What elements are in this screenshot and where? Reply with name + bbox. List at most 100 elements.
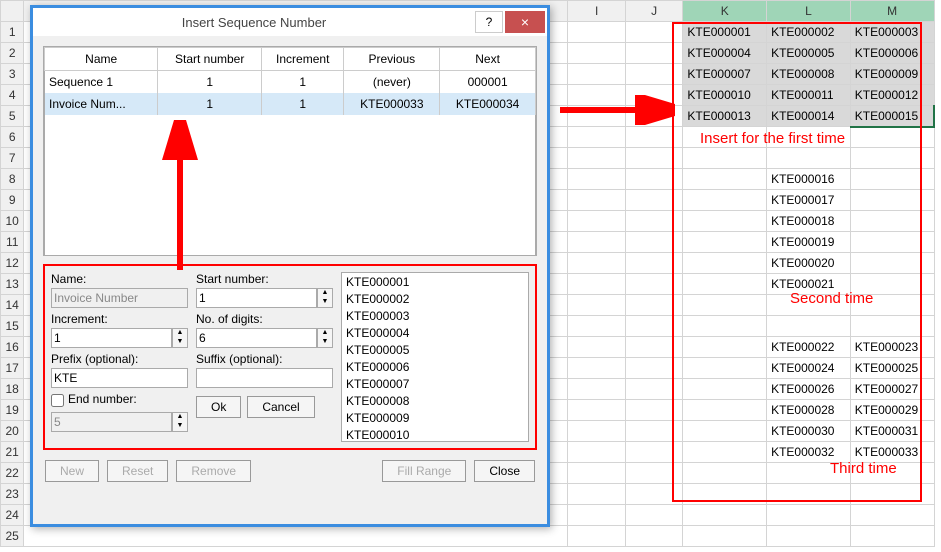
cancel-button[interactable]: Cancel: [247, 396, 314, 418]
col-prev[interactable]: Previous: [344, 48, 440, 71]
row-header[interactable]: 11: [1, 232, 24, 253]
col-header[interactable]: J: [625, 1, 683, 22]
row-header[interactable]: 13: [1, 274, 24, 295]
name-input[interactable]: [51, 288, 188, 308]
row-header[interactable]: 25: [1, 526, 24, 547]
close-button[interactable]: ×: [505, 11, 545, 33]
row-header[interactable]: 20: [1, 421, 24, 442]
preview-item: KTE000009: [346, 411, 524, 428]
sequence-list-table[interactable]: Name Start number Increment Previous Nex…: [44, 47, 536, 256]
cell[interactable]: KTE000011: [767, 85, 851, 106]
col-start[interactable]: Start number: [158, 48, 262, 71]
cell[interactable]: KTE000019: [767, 232, 851, 253]
cell[interactable]: KTE000004: [683, 43, 767, 64]
end-number-checkbox[interactable]: [51, 394, 64, 407]
row-header[interactable]: 19: [1, 400, 24, 421]
cell[interactable]: KTE000007: [683, 64, 767, 85]
annotation-second: Second time: [790, 290, 873, 307]
increment-input[interactable]: [51, 328, 172, 348]
spinner-icon[interactable]: ▲▼: [172, 412, 188, 432]
end-number-label: End number:: [68, 392, 137, 406]
row-header[interactable]: 23: [1, 484, 24, 505]
cell[interactable]: KTE000010: [683, 85, 767, 106]
row-header[interactable]: 17: [1, 358, 24, 379]
col-header[interactable]: I: [568, 1, 626, 22]
row-header[interactable]: 2: [1, 43, 24, 64]
cell[interactable]: KTE000005: [767, 43, 851, 64]
spinner-icon[interactable]: ▲▼: [172, 328, 188, 348]
cell[interactable]: KTE000009: [850, 64, 934, 85]
prefix-input[interactable]: [51, 368, 188, 388]
ok-button[interactable]: Ok: [196, 396, 241, 418]
start-input[interactable]: [196, 288, 317, 308]
dialog-titlebar[interactable]: Insert Sequence Number ? ×: [33, 8, 547, 36]
digits-input[interactable]: [196, 328, 317, 348]
row-header[interactable]: 14: [1, 295, 24, 316]
name-label: Name:: [51, 272, 188, 286]
remove-button[interactable]: Remove: [176, 460, 251, 482]
cell[interactable]: KTE000016: [767, 169, 851, 190]
fill-range-button[interactable]: Fill Range: [382, 460, 466, 482]
cell[interactable]: KTE000008: [767, 64, 851, 85]
col-name[interactable]: Name: [45, 48, 158, 71]
cell[interactable]: KTE000015: [850, 106, 934, 127]
cell[interactable]: KTE000020: [767, 253, 851, 274]
row-header[interactable]: 6: [1, 127, 24, 148]
corner-cell[interactable]: [1, 1, 24, 22]
cell[interactable]: KTE000028: [767, 400, 851, 421]
cell-name: Invoice Num...: [45, 93, 158, 115]
col-header[interactable]: M: [850, 1, 934, 22]
cell[interactable]: KTE000022: [767, 337, 851, 358]
suffix-input[interactable]: [196, 368, 333, 388]
help-button[interactable]: ?: [475, 11, 503, 33]
end-number-input[interactable]: [51, 412, 172, 432]
cell[interactable]: KTE000027: [850, 379, 934, 400]
cell[interactable]: KTE000026: [767, 379, 851, 400]
cell[interactable]: KTE000025: [850, 358, 934, 379]
cell[interactable]: KTE000024: [767, 358, 851, 379]
cell[interactable]: KTE000002: [767, 22, 851, 43]
row-header[interactable]: 9: [1, 190, 24, 211]
row-header[interactable]: 12: [1, 253, 24, 274]
col-header[interactable]: L: [767, 1, 851, 22]
cell[interactable]: KTE000030: [767, 421, 851, 442]
row-header[interactable]: 8: [1, 169, 24, 190]
cell-start: 1: [158, 93, 262, 115]
cell[interactable]: KTE000023: [850, 337, 934, 358]
preview-item: KTE000002: [346, 292, 524, 309]
close-dialog-button[interactable]: Close: [474, 460, 535, 482]
start-label: Start number:: [196, 272, 333, 286]
cell[interactable]: KTE000018: [767, 211, 851, 232]
cell[interactable]: KTE000013: [683, 106, 767, 127]
row-header[interactable]: 5: [1, 106, 24, 127]
row-header[interactable]: 10: [1, 211, 24, 232]
row-header[interactable]: 24: [1, 505, 24, 526]
spinner-icon[interactable]: ▲▼: [317, 328, 333, 348]
row-header[interactable]: 22: [1, 463, 24, 484]
row-header[interactable]: 7: [1, 148, 24, 169]
cell[interactable]: KTE000001: [683, 22, 767, 43]
row-header[interactable]: 21: [1, 442, 24, 463]
col-next[interactable]: Next: [440, 48, 536, 71]
cell-prev: (never): [344, 71, 440, 94]
row-header[interactable]: 4: [1, 85, 24, 106]
cell[interactable]: KTE000003: [850, 22, 934, 43]
col-header[interactable]: K: [683, 1, 767, 22]
reset-button[interactable]: Reset: [107, 460, 168, 482]
row-header[interactable]: 1: [1, 22, 24, 43]
spinner-icon[interactable]: ▲▼: [317, 288, 333, 308]
new-button[interactable]: New: [45, 460, 99, 482]
table-row[interactable]: Sequence 1 1 1 (never) 000001: [45, 71, 536, 94]
cell[interactable]: KTE000029: [850, 400, 934, 421]
cell[interactable]: KTE000017: [767, 190, 851, 211]
row-header[interactable]: 18: [1, 379, 24, 400]
row-header[interactable]: 16: [1, 337, 24, 358]
cell[interactable]: KTE000014: [767, 106, 851, 127]
cell[interactable]: KTE000006: [850, 43, 934, 64]
row-header[interactable]: 3: [1, 64, 24, 85]
table-row[interactable]: Invoice Num... 1 1 KTE000033 KTE000034: [45, 93, 536, 115]
row-header[interactable]: 15: [1, 316, 24, 337]
cell[interactable]: KTE000012: [850, 85, 934, 106]
col-inc[interactable]: Increment: [262, 48, 344, 71]
cell[interactable]: KTE000031: [850, 421, 934, 442]
